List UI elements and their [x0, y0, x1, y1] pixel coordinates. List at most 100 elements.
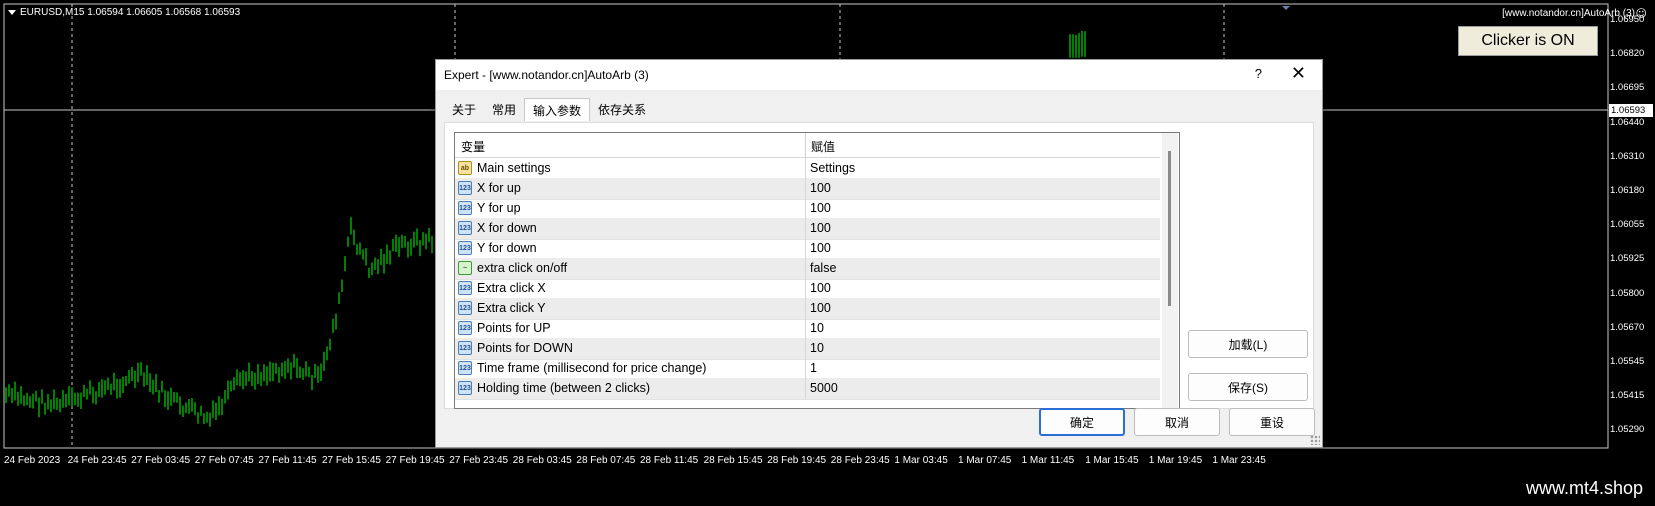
row-value[interactable]: 100 — [810, 181, 831, 195]
number-type-icon: 123 — [458, 241, 472, 255]
row-value[interactable]: 100 — [810, 301, 831, 315]
watermark: www.mt4.shop — [1525, 478, 1643, 498]
cell-divider — [805, 278, 806, 299]
inputs-grid[interactable]: 变量 赋值 ab Main settings Settings 123 X for up… — [454, 132, 1180, 409]
row-value[interactable]: 5000 — [810, 381, 838, 395]
footer-bar — [0, 474, 1655, 506]
time-tick-label: 27 Feb 23:45 — [449, 455, 509, 466]
cell-divider — [805, 358, 806, 379]
time-tick-label: 27 Feb 07:45 — [194, 455, 254, 466]
time-tick-label: 28 Feb 19:45 — [767, 455, 827, 466]
row-name: extra click on/off — [477, 261, 568, 275]
time-tick-label: 24 Feb 2023 — [4, 455, 61, 466]
time-tick-label: 1 Mar 11:45 — [1021, 455, 1075, 466]
time-tick-label: 27 Feb 11:45 — [258, 455, 317, 466]
row-value[interactable]: 100 — [810, 281, 831, 295]
number-type-icon: 123 — [458, 321, 472, 335]
cancel-button[interactable]: 取消 — [1134, 408, 1220, 436]
time-tick-label: 24 Feb 23:45 — [67, 455, 127, 466]
help-button[interactable]: ? — [1255, 66, 1262, 81]
header-variable[interactable]: 变量 — [461, 138, 485, 155]
row-value[interactable]: 100 — [810, 241, 831, 255]
tab-inputs[interactable]: 输入参数 — [524, 98, 591, 121]
scroll-thumb[interactable] — [1168, 151, 1171, 306]
cell-divider — [805, 378, 806, 399]
table-row[interactable]: 123 Y for up 100 — [455, 198, 1160, 220]
row-name: Y for up — [477, 201, 521, 215]
price-tick-label: 1.06820 — [1610, 48, 1645, 60]
time-tick-label: 28 Feb 23:45 — [830, 455, 890, 466]
dialog-tabs: 关于 常用 输入参数 依存关系 — [444, 98, 654, 122]
row-value[interactable]: 100 — [810, 201, 831, 215]
load-button[interactable]: 加载(L) — [1188, 330, 1308, 358]
table-row[interactable]: ~ extra click on/off false — [455, 258, 1160, 280]
symbol-info-text: EURUSD,M15 1.06594 1.06605 1.06568 1.065… — [20, 7, 241, 18]
clicker-status-button[interactable]: Clicker is ON — [1458, 26, 1598, 56]
row-value[interactable]: 10 — [810, 321, 824, 335]
table-row[interactable]: 123 Time frame (millisecond for price cha… — [455, 358, 1160, 380]
reset-button[interactable]: 重设 — [1229, 408, 1315, 436]
price-tick-label: 1.05925 — [1610, 253, 1645, 265]
string-type-icon: ab — [458, 161, 472, 175]
time-tick-label: 1 Mar 15:45 — [1085, 455, 1139, 466]
row-name: Extra click X — [477, 281, 546, 295]
table-row[interactable]: ab Main settings Settings — [455, 158, 1160, 180]
number-type-icon: 123 — [458, 201, 472, 215]
table-row[interactable]: 123 Y for down 100 — [455, 238, 1160, 260]
table-row[interactable]: 123 Points for DOWN 10 — [455, 338, 1160, 360]
tab-about[interactable]: 关于 — [444, 98, 484, 120]
table-row[interactable]: 123 Holding time (between 2 clicks) 5000 — [455, 378, 1160, 400]
tab-common[interactable]: 常用 — [484, 98, 524, 120]
current-price-label: 1.06593 — [1609, 104, 1653, 117]
row-value[interactable]: Settings — [810, 161, 855, 175]
number-type-icon: 123 — [458, 301, 472, 315]
time-tick-label: 1 Mar 23:45 — [1212, 455, 1266, 466]
row-value[interactable]: 100 — [810, 221, 831, 235]
row-name: Extra click Y — [477, 301, 546, 315]
close-icon[interactable]: ✕ — [1291, 63, 1306, 84]
row-value[interactable]: false — [810, 261, 836, 275]
cell-divider — [805, 258, 806, 279]
price-tick-label: 1.05545 — [1610, 356, 1645, 367]
table-row[interactable]: 123 X for up 100 — [455, 178, 1160, 200]
row-value[interactable]: 10 — [810, 341, 824, 355]
number-type-icon: 123 — [458, 381, 472, 395]
dialog-titlebar[interactable]: Expert - [www.notandor.cn]AutoArb (3) ? … — [436, 60, 1322, 90]
row-name: X for down — [477, 221, 537, 235]
header-value[interactable]: 赋值 — [811, 138, 835, 155]
row-name: Points for DOWN — [477, 341, 573, 355]
time-tick-label: 28 Feb 11:45 — [640, 455, 699, 466]
price-tick-label: 1.06180 — [1610, 185, 1645, 196]
row-value[interactable]: 1 — [810, 361, 817, 375]
bool-type-icon: ~ — [458, 261, 472, 275]
header-divider[interactable] — [805, 133, 806, 157]
table-row[interactable]: 123 Extra click X 100 — [455, 278, 1160, 300]
number-type-icon: 123 — [458, 281, 472, 295]
time-tick-label: 28 Feb 03:45 — [512, 455, 572, 466]
cell-divider — [805, 198, 806, 219]
time-tick-label: 27 Feb 19:45 — [385, 455, 445, 466]
cell-divider — [805, 238, 806, 259]
table-row[interactable]: 123 Points for UP 10 — [455, 318, 1160, 340]
grid-scrollbar[interactable] — [1162, 133, 1178, 408]
cell-divider — [805, 318, 806, 339]
row-name: Main settings — [477, 161, 551, 175]
row-name: Holding time (between 2 clicks) — [477, 381, 650, 395]
resize-grip-icon[interactable] — [1310, 435, 1320, 445]
price-tick-label: 1.06310 — [1610, 150, 1645, 162]
price-tick-label: 1.05670 — [1610, 321, 1645, 333]
row-name: X for up — [477, 181, 521, 195]
tab-dependencies[interactable]: 依存关系 — [590, 98, 654, 120]
time-tick-label: 1 Mar 07:45 — [958, 455, 1012, 466]
table-row[interactable]: 123 Extra click Y 100 — [455, 298, 1160, 320]
ok-button[interactable]: 确定 — [1039, 408, 1125, 436]
row-name: Time frame (millisecond for price change… — [477, 361, 707, 375]
symbol-info: EURUSD,M15 1.06594 1.06605 1.06568 1.065… — [8, 7, 240, 18]
shift-marker — [1282, 6, 1290, 10]
row-name: Y for down — [477, 241, 537, 255]
table-row[interactable]: 123 X for down 100 — [455, 218, 1160, 240]
time-tick-label: 27 Feb 15:45 — [322, 455, 381, 466]
save-button[interactable]: 保存(S) — [1188, 373, 1308, 401]
time-tick-label: 28 Feb 07:45 — [576, 455, 636, 466]
cell-divider — [805, 178, 806, 199]
